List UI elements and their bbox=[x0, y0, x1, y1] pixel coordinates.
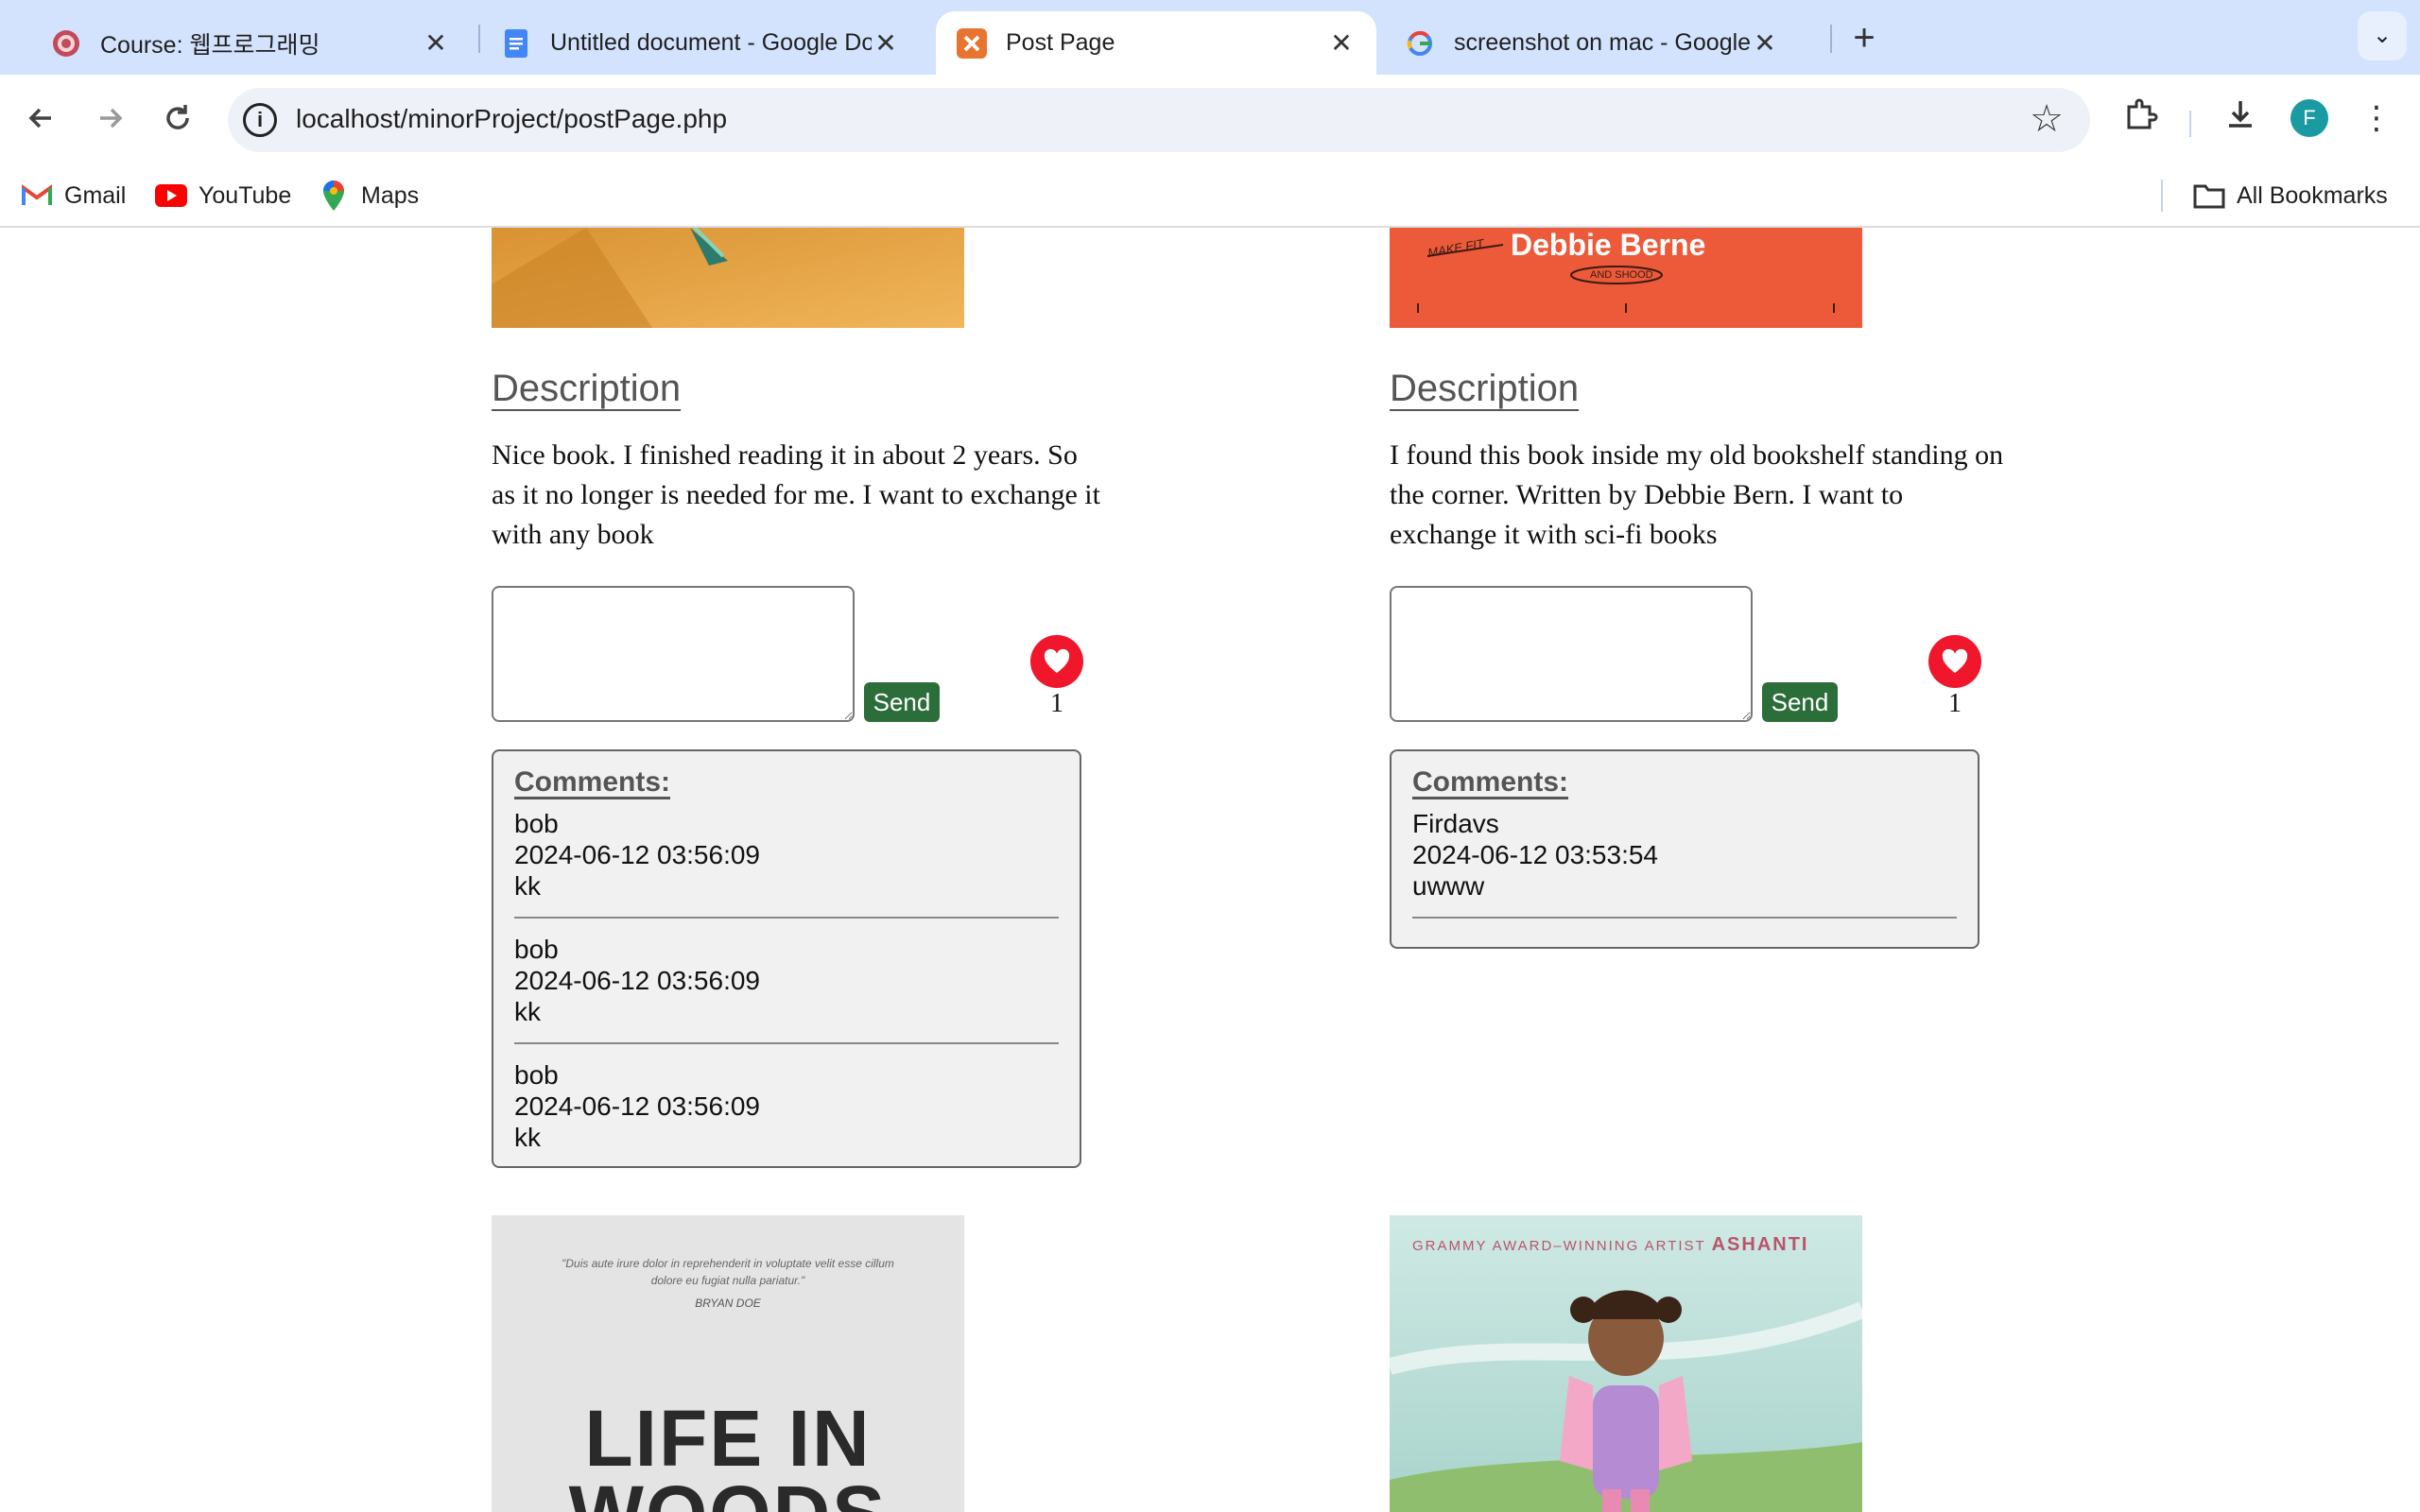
cover-banner: GRAMMY AWARD–WINNING ARTIST ASHANTI bbox=[1412, 1234, 1808, 1256]
bookmark-star-icon[interactable]: ☆ bbox=[2030, 97, 2064, 141]
maps-icon bbox=[318, 180, 350, 212]
like-count: 1 bbox=[1948, 689, 1962, 718]
bookmark-label: Maps bbox=[361, 181, 420, 209]
all-bookmarks-button[interactable]: All Bookmarks bbox=[2193, 180, 2388, 212]
bookmarks-bar: Gmail YouTube Maps All Bookmarks bbox=[0, 164, 2420, 228]
reload-icon bbox=[166, 105, 189, 129]
like-button[interactable] bbox=[1928, 635, 1981, 688]
description-text: Nice book. I finished reading it in abou… bbox=[492, 439, 1100, 550]
menu-kebab-icon[interactable]: ⋮ bbox=[2354, 95, 2399, 141]
cover-author: Debbie Berne bbox=[1511, 228, 1706, 262]
tab-post-page[interactable]: Post Page ✕ bbox=[936, 11, 1376, 75]
close-icon[interactable]: ✕ bbox=[872, 28, 900, 58]
download-icon[interactable] bbox=[2218, 95, 2263, 141]
send-button[interactable]: Send bbox=[1762, 682, 1838, 722]
comment-item: bob 2024-06-12 03:56:09 kk bbox=[514, 934, 1059, 1044]
toolbar-divider bbox=[2189, 111, 2191, 137]
comment-item: bob 2024-06-12 03:56:09 kk bbox=[514, 808, 1059, 919]
comment-timestamp: 2024-06-12 03:53:54 bbox=[1412, 840, 1658, 869]
description-heading: Description bbox=[1390, 368, 1580, 409]
comments-title: Comments: bbox=[514, 766, 671, 798]
tab-search-button[interactable]: ⌄ bbox=[2358, 11, 2407, 60]
book-cover-image bbox=[492, 228, 964, 328]
browser-toolbar: i localhost/minorProject/postPage.php ☆ … bbox=[0, 75, 2420, 164]
heart-icon bbox=[1942, 648, 1968, 673]
gmail-icon bbox=[21, 180, 53, 212]
description-heading: Description bbox=[492, 368, 682, 409]
comment-user: bob bbox=[514, 935, 559, 964]
forward-arrow-icon bbox=[100, 108, 123, 129]
bookmark-maps[interactable]: Maps bbox=[318, 180, 419, 212]
comments-title: Comments: bbox=[1412, 766, 1569, 798]
close-icon[interactable]: ✕ bbox=[1327, 28, 1356, 58]
url-text[interactable]: localhost/minorProject/postPage.php bbox=[296, 104, 727, 134]
close-icon[interactable]: ✕ bbox=[422, 28, 450, 58]
like-button[interactable] bbox=[1030, 635, 1083, 688]
close-icon[interactable]: ✕ bbox=[1751, 28, 1779, 58]
cover-quote: "Duis aute irure dolor in reprehenderit … bbox=[562, 1257, 894, 1287]
university-crest-icon bbox=[51, 28, 81, 59]
cover-small-text: AND SHOOD bbox=[1590, 269, 1653, 281]
cover-title: LIFE IN WOODS bbox=[569, 1394, 886, 1512]
comment-text: kk bbox=[514, 871, 541, 901]
comment-item: Firdavs 2024-06-12 03:53:54 uwww bbox=[1412, 808, 1957, 919]
comments-panel: Comments: bob 2024-06-12 03:56:09 kk bob… bbox=[492, 749, 1081, 1168]
xampp-icon bbox=[957, 27, 987, 59]
comments-panel: Comments: Firdavs 2024-06-12 03:53:54 uw… bbox=[1390, 749, 1979, 949]
tab-course[interactable]: Course: 웹프로그래밍 ✕ bbox=[30, 11, 471, 75]
comment-user: bob bbox=[514, 809, 559, 838]
google-icon bbox=[1405, 28, 1435, 59]
comment-text: uwww bbox=[1412, 871, 1485, 901]
site-info-icon[interactable]: i bbox=[243, 103, 277, 137]
bookmark-label: All Bookmarks bbox=[2237, 181, 2388, 209]
bookmark-youtube[interactable]: YouTube bbox=[155, 180, 291, 212]
new-tab-button[interactable]: + bbox=[1847, 19, 1881, 57]
forward-button[interactable] bbox=[87, 95, 132, 141]
address-bar[interactable]: i localhost/minorProject/postPage.php ☆ bbox=[228, 88, 2090, 152]
bookmarks-divider bbox=[2161, 180, 2163, 212]
tab-google-search[interactable]: screenshot on mac - Google Search ✕ bbox=[1384, 11, 1800, 75]
comment-input[interactable] bbox=[492, 586, 855, 722]
tab-title: Course: 웹프로그래밍 bbox=[100, 31, 320, 59]
comment-text: kk bbox=[514, 997, 541, 1026]
tab-divider bbox=[1830, 25, 1832, 53]
reload-button[interactable] bbox=[155, 95, 200, 141]
comment-timestamp: 2024-06-12 03:56:09 bbox=[514, 1091, 760, 1121]
comment-input[interactable] bbox=[1390, 586, 1753, 722]
tab-strip: Course: 웹프로그래밍 ✕ Untitled document - Goo… bbox=[0, 0, 2420, 75]
bookmark-label: YouTube bbox=[199, 181, 292, 209]
tab-title: screenshot on mac - Google Search bbox=[1454, 29, 1751, 56]
cover-banner-prefix: GRAMMY AWARD–WINNING ARTIST bbox=[1412, 1238, 1706, 1254]
comment-item: bob 2024-06-12 03:56:09 kk bbox=[514, 1059, 1059, 1153]
back-button[interactable] bbox=[19, 95, 64, 141]
comment-timestamp: 2024-06-12 03:56:09 bbox=[514, 966, 760, 995]
profile-avatar[interactable]: F bbox=[2290, 99, 2328, 137]
tab-title: Post Page bbox=[1006, 29, 1115, 56]
like-count: 1 bbox=[1050, 689, 1063, 718]
book-cover-image: "Duis aute irure dolor in reprehenderit … bbox=[492, 1215, 964, 1512]
comment-text: kk bbox=[514, 1123, 541, 1152]
google-docs-icon bbox=[501, 28, 531, 59]
page-viewport: Description Nice book. I finished readin… bbox=[0, 228, 2420, 1512]
comment-user: Firdavs bbox=[1412, 809, 1499, 838]
bookmark-gmail[interactable]: Gmail bbox=[21, 180, 126, 212]
send-button[interactable]: Send bbox=[864, 682, 940, 722]
girl-illustration bbox=[1390, 1215, 1862, 1512]
folder-icon bbox=[2193, 180, 2225, 212]
cover-banner-name: ASHANTI bbox=[1711, 1234, 1809, 1255]
tab-google-docs[interactable]: Untitled document - Google Docs ✕ bbox=[480, 11, 921, 75]
cover-attribution: BRYAN DOE bbox=[695, 1297, 761, 1310]
heart-icon bbox=[1044, 648, 1070, 673]
book-cover-image: GRAMMY AWARD–WINNING ARTIST ASHANTI bbox=[1390, 1215, 1862, 1512]
description-text: I found this book inside my old bookshel… bbox=[1390, 439, 2004, 550]
book-cover-image: MAKE FIT Debbie Berne AND SHOOD bbox=[1390, 228, 1862, 328]
tab-title: Untitled document - Google Docs bbox=[550, 29, 872, 56]
back-arrow-icon bbox=[28, 108, 51, 129]
bookmark-label: Gmail bbox=[64, 181, 127, 209]
extensions-icon[interactable] bbox=[2118, 95, 2163, 141]
comment-timestamp: 2024-06-12 03:56:09 bbox=[514, 840, 760, 869]
youtube-icon bbox=[155, 180, 187, 212]
comment-user: bob bbox=[514, 1060, 559, 1090]
